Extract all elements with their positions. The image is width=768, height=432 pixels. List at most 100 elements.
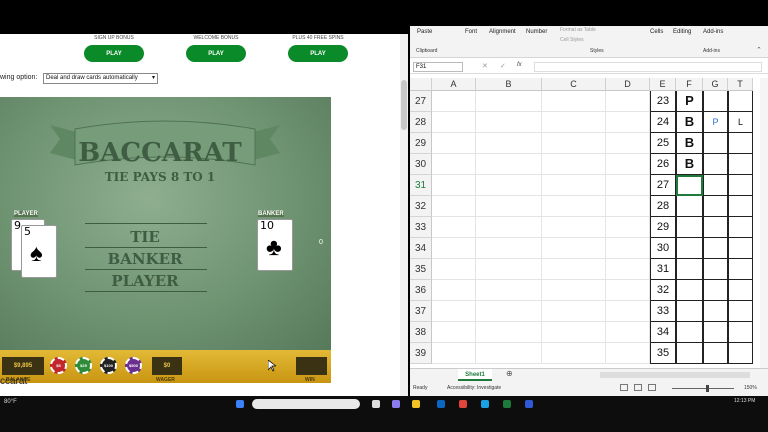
cell[interactable] xyxy=(432,343,476,364)
cell[interactable] xyxy=(432,322,476,343)
name-box[interactable]: F31 xyxy=(413,62,463,72)
cell[interactable] xyxy=(432,259,476,280)
cell-t[interactable] xyxy=(728,217,753,238)
cell-e[interactable]: 31 xyxy=(650,259,676,280)
cell[interactable] xyxy=(606,154,650,175)
cell[interactable] xyxy=(432,112,476,133)
cell[interactable] xyxy=(542,238,606,259)
row-header[interactable]: 32 xyxy=(410,196,432,217)
play-button-spins[interactable]: PLAY xyxy=(288,45,348,62)
cell[interactable] xyxy=(606,322,650,343)
zoom-slider-thumb[interactable] xyxy=(706,385,709,392)
cell[interactable] xyxy=(476,259,542,280)
cell-e[interactable]: 32 xyxy=(650,280,676,301)
column-header-e[interactable]: E xyxy=(650,78,676,91)
zone-player[interactable]: PLAYER xyxy=(90,272,200,290)
cell-g[interactable] xyxy=(703,196,728,217)
cell-e[interactable]: 27 xyxy=(650,175,676,196)
row-header[interactable]: 29 xyxy=(410,133,432,154)
column-header-a[interactable]: A xyxy=(432,78,476,91)
row-header[interactable]: 37 xyxy=(410,301,432,322)
play-button-welcome[interactable]: PLAY xyxy=(186,45,246,62)
cell[interactable] xyxy=(476,301,542,322)
zoom-slider[interactable] xyxy=(672,388,734,389)
cell[interactable] xyxy=(542,196,606,217)
cell-g[interactable] xyxy=(703,154,728,175)
cell-f[interactable]: P xyxy=(676,91,703,112)
cell[interactable] xyxy=(606,217,650,238)
chip-100[interactable]: $100 xyxy=(100,357,117,374)
cell-g[interactable] xyxy=(703,343,728,364)
cell-g[interactable] xyxy=(703,259,728,280)
row-header[interactable]: 39 xyxy=(410,343,432,364)
cell-g[interactable] xyxy=(703,175,728,196)
cell[interactable] xyxy=(476,112,542,133)
cell[interactable] xyxy=(476,196,542,217)
row-header[interactable]: 30 xyxy=(410,154,432,175)
play-button-signup[interactable]: PLAY xyxy=(84,45,144,62)
cell-f[interactable] xyxy=(676,175,703,196)
edge-icon[interactable] xyxy=(437,400,445,408)
cell[interactable] xyxy=(606,280,650,301)
weather-widget[interactable]: 80°F xyxy=(4,399,17,405)
cell-f[interactable] xyxy=(676,217,703,238)
cell-e[interactable]: 35 xyxy=(650,343,676,364)
ribbon-number[interactable]: Number xyxy=(526,29,547,35)
ribbon-cells[interactable]: Cells xyxy=(650,29,663,35)
cell[interactable] xyxy=(476,154,542,175)
confirm-icon[interactable]: ✓ xyxy=(500,62,506,70)
app-icon[interactable] xyxy=(525,400,533,408)
ribbon-addins[interactable]: Add-ins xyxy=(703,29,723,35)
cell-g[interactable] xyxy=(703,91,728,112)
cell-f[interactable] xyxy=(676,322,703,343)
cell-e[interactable]: 24 xyxy=(650,112,676,133)
cell-t[interactable] xyxy=(728,301,753,322)
cell-e[interactable]: 33 xyxy=(650,301,676,322)
ribbon-format-as-table[interactable]: Format as Table xyxy=(560,27,596,33)
page-layout-icon[interactable] xyxy=(634,384,642,391)
cell[interactable] xyxy=(542,154,606,175)
ribbon-cell-styles[interactable]: Cell Styles xyxy=(560,37,584,43)
ribbon-paste[interactable]: Paste xyxy=(417,29,432,35)
chip-25[interactable]: $25 xyxy=(75,357,92,374)
cell-e[interactable]: 25 xyxy=(650,133,676,154)
insert-function-icon[interactable]: fx xyxy=(517,62,522,68)
cell[interactable] xyxy=(476,133,542,154)
cell-e[interactable]: 23 xyxy=(650,91,676,112)
cell-g[interactable] xyxy=(703,238,728,259)
cell-e[interactable]: 26 xyxy=(650,154,676,175)
cancel-icon[interactable]: ✕ xyxy=(482,62,488,70)
cell-e[interactable]: 30 xyxy=(650,238,676,259)
chrome-icon[interactable] xyxy=(459,400,467,408)
row-header[interactable]: 28 xyxy=(410,112,432,133)
cell[interactable] xyxy=(432,280,476,301)
cell[interactable] xyxy=(432,175,476,196)
cell-t[interactable] xyxy=(728,259,753,280)
start-icon[interactable] xyxy=(236,400,244,408)
cell-g[interactable] xyxy=(703,301,728,322)
row-header[interactable]: 36 xyxy=(410,280,432,301)
cell-f[interactable] xyxy=(676,280,703,301)
cell[interactable] xyxy=(606,301,650,322)
tab-sheet1[interactable]: Sheet1 xyxy=(458,369,492,381)
column-header-b[interactable]: B xyxy=(476,78,542,91)
row-header[interactable]: 27 xyxy=(410,91,432,112)
cell-t[interactable] xyxy=(728,238,753,259)
cell-e[interactable]: 34 xyxy=(650,322,676,343)
ribbon-alignment[interactable]: Alignment xyxy=(489,29,516,35)
cell-t[interactable] xyxy=(728,280,753,301)
add-sheet-icon[interactable]: ⊕ xyxy=(506,369,513,378)
cell[interactable] xyxy=(542,91,606,112)
ribbon-collapse-icon[interactable]: ⌃ xyxy=(756,46,762,54)
cell-e[interactable]: 28 xyxy=(650,196,676,217)
cell[interactable] xyxy=(606,343,650,364)
row-header[interactable]: 38 xyxy=(410,322,432,343)
cell-t[interactable] xyxy=(728,196,753,217)
cell-f[interactable] xyxy=(676,259,703,280)
cell[interactable] xyxy=(476,175,542,196)
column-header-c[interactable]: C xyxy=(542,78,606,91)
row-header[interactable]: 35 xyxy=(410,259,432,280)
cell[interactable] xyxy=(606,238,650,259)
cell[interactable] xyxy=(542,259,606,280)
taskbar-search-box[interactable] xyxy=(252,399,360,409)
